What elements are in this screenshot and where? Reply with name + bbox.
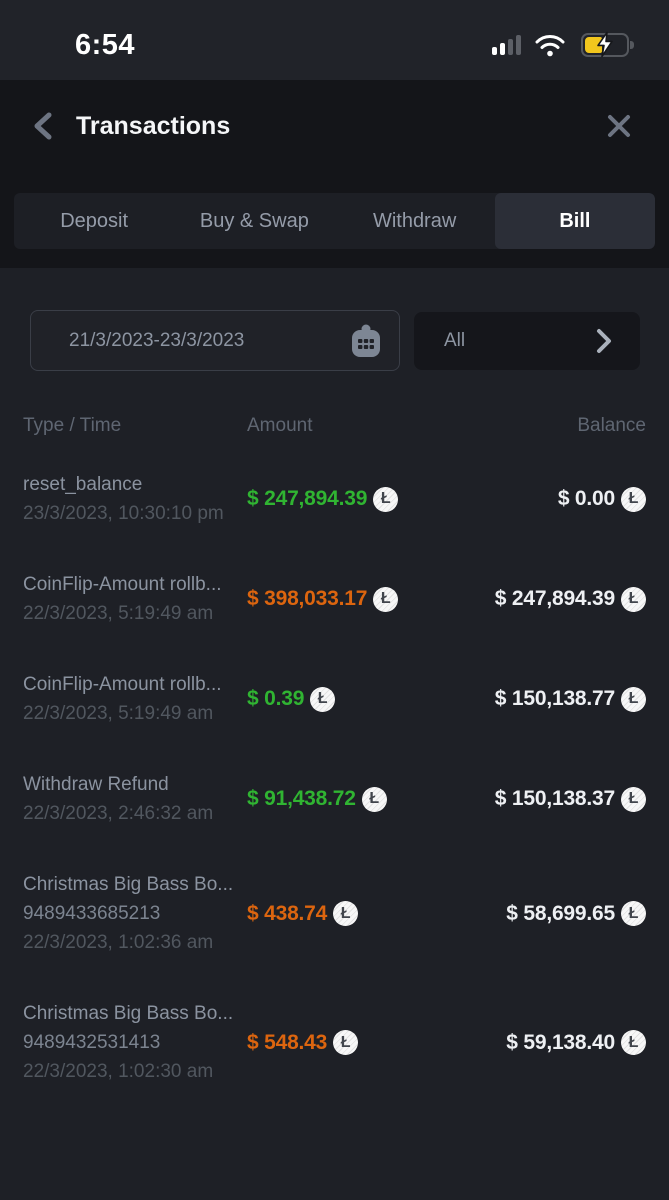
close-button[interactable]	[601, 108, 637, 144]
amount-cell: $ 398,033.17Ł	[247, 587, 479, 612]
litecoin-coin-icon: Ł	[373, 587, 398, 612]
type-time-cell: Withdraw Refund22/3/2023, 2:46:32 am	[0, 770, 247, 828]
transaction-time: 23/3/2023, 10:30:10 pm	[23, 499, 247, 528]
transaction-type: Withdraw Refund	[23, 770, 247, 799]
date-range-value: 21/3/2023-23/3/2023	[69, 330, 351, 352]
table-row[interactable]: Christmas Big Bass Bo...948943253141322/…	[0, 978, 669, 1107]
transaction-id: 9489433685213	[23, 899, 247, 928]
amount-cell: $ 247,894.39Ł	[247, 487, 479, 512]
litecoin-coin-icon: Ł	[621, 1030, 646, 1055]
balance-cell: $ 150,138.37Ł	[479, 787, 669, 812]
wifi-icon	[535, 34, 565, 57]
transaction-id: 9489432531413	[23, 1028, 247, 1057]
table-row[interactable]: reset_balance23/3/2023, 10:30:10 pm$ 247…	[0, 449, 669, 549]
column-header-balance: Balance	[499, 415, 669, 437]
balance-cell: $ 247,894.39Ł	[479, 587, 669, 612]
transaction-amount: $ 398,033.17	[247, 587, 367, 611]
chevron-right-icon	[596, 328, 612, 354]
litecoin-coin-icon: Ł	[333, 1030, 358, 1055]
transaction-type: CoinFlip-Amount rollb...	[23, 670, 247, 699]
transaction-balance: $ 247,894.39	[495, 587, 615, 611]
transaction-type: reset_balance	[23, 470, 247, 499]
page-header: Transactions DepositBuy & SwapWithdrawBi…	[0, 80, 669, 268]
close-icon	[606, 113, 632, 139]
tab-bill[interactable]: Bill	[495, 193, 655, 249]
type-time-cell: Christmas Big Bass Bo...948943253141322/…	[0, 999, 247, 1086]
filter-row: 21/3/2023-23/3/2023 All	[0, 268, 669, 371]
transaction-time: 22/3/2023, 1:02:30 am	[23, 1057, 247, 1086]
column-header-type-time: Type / Time	[0, 415, 247, 437]
chevron-left-icon	[32, 111, 54, 141]
amount-cell: $ 91,438.72Ł	[247, 787, 479, 812]
transaction-type: Christmas Big Bass Bo...	[23, 999, 247, 1028]
table-row[interactable]: Withdraw Refund22/3/2023, 2:46:32 am$ 91…	[0, 749, 669, 849]
transaction-type: CoinFlip-Amount rollb...	[23, 570, 247, 599]
table-header: Type / Time Amount Balance	[0, 415, 669, 437]
type-time-cell: Christmas Big Bass Bo...948943368521322/…	[0, 870, 247, 957]
page-title: Transactions	[76, 112, 230, 141]
transaction-type: Christmas Big Bass Bo...	[23, 870, 247, 899]
column-header-amount: Amount	[247, 415, 499, 437]
litecoin-coin-icon: Ł	[333, 901, 358, 926]
transaction-balance: $ 59,138.40	[506, 1031, 615, 1055]
table-row[interactable]: CoinFlip-Amount rollb...22/3/2023, 5:19:…	[0, 649, 669, 749]
litecoin-coin-icon: Ł	[621, 687, 646, 712]
transaction-amount: $ 0.39	[247, 687, 304, 711]
transaction-tabs: DepositBuy & SwapWithdrawBill	[14, 193, 655, 249]
litecoin-coin-icon: Ł	[621, 787, 646, 812]
litecoin-coin-icon: Ł	[310, 687, 335, 712]
status-icons	[492, 33, 629, 57]
balance-cell: $ 59,138.40Ł	[479, 1030, 669, 1055]
amount-cell: $ 0.39Ł	[247, 687, 479, 712]
category-select[interactable]: All	[414, 312, 640, 370]
table-row[interactable]: Christmas Big Bass Bo...948943368521322/…	[0, 849, 669, 978]
transaction-amount: $ 247,894.39	[247, 487, 367, 511]
balance-cell: $ 150,138.77Ł	[479, 687, 669, 712]
transaction-balance: $ 150,138.37	[495, 787, 615, 811]
balance-cell: $ 58,699.65Ł	[479, 901, 669, 926]
transaction-balance: $ 58,699.65	[506, 902, 615, 926]
battery-charging-icon	[581, 33, 629, 57]
back-button[interactable]	[32, 109, 66, 143]
category-selected-value: All	[444, 330, 596, 352]
transaction-amount: $ 91,438.72	[247, 787, 356, 811]
transaction-time: 22/3/2023, 5:19:49 am	[23, 599, 247, 628]
type-time-cell: reset_balance23/3/2023, 10:30:10 pm	[0, 470, 247, 528]
litecoin-coin-icon: Ł	[373, 487, 398, 512]
table-row[interactable]: CoinFlip-Amount rollb...22/3/2023, 5:19:…	[0, 549, 669, 649]
amount-cell: $ 438.74Ł	[247, 901, 479, 926]
litecoin-coin-icon: Ł	[621, 487, 646, 512]
tab-withdraw[interactable]: Withdraw	[335, 193, 495, 249]
transaction-time: 22/3/2023, 2:46:32 am	[23, 799, 247, 828]
transaction-amount: $ 438.74	[247, 902, 327, 926]
litecoin-coin-icon: Ł	[621, 901, 646, 926]
litecoin-coin-icon: Ł	[621, 587, 646, 612]
transaction-time: 22/3/2023, 5:19:49 am	[23, 699, 247, 728]
date-range-input[interactable]: 21/3/2023-23/3/2023	[30, 310, 400, 371]
litecoin-coin-icon: Ł	[362, 787, 387, 812]
tab-buy-swap[interactable]: Buy & Swap	[174, 193, 334, 249]
transaction-balance: $ 150,138.77	[495, 687, 615, 711]
transaction-list: reset_balance23/3/2023, 10:30:10 pm$ 247…	[0, 449, 669, 1107]
clock-time: 6:54	[75, 29, 135, 62]
type-time-cell: CoinFlip-Amount rollb...22/3/2023, 5:19:…	[0, 570, 247, 628]
transaction-balance: $ 0.00	[558, 487, 615, 511]
type-time-cell: CoinFlip-Amount rollb...22/3/2023, 5:19:…	[0, 670, 247, 728]
balance-cell: $ 0.00Ł	[479, 487, 669, 512]
signal-strength-icon	[492, 35, 521, 55]
transaction-time: 22/3/2023, 1:02:36 am	[23, 928, 247, 957]
transaction-amount: $ 548.43	[247, 1031, 327, 1055]
tab-deposit[interactable]: Deposit	[14, 193, 174, 249]
calendar-icon	[351, 324, 381, 358]
status-bar: 6:54	[0, 0, 669, 80]
amount-cell: $ 548.43Ł	[247, 1030, 479, 1055]
